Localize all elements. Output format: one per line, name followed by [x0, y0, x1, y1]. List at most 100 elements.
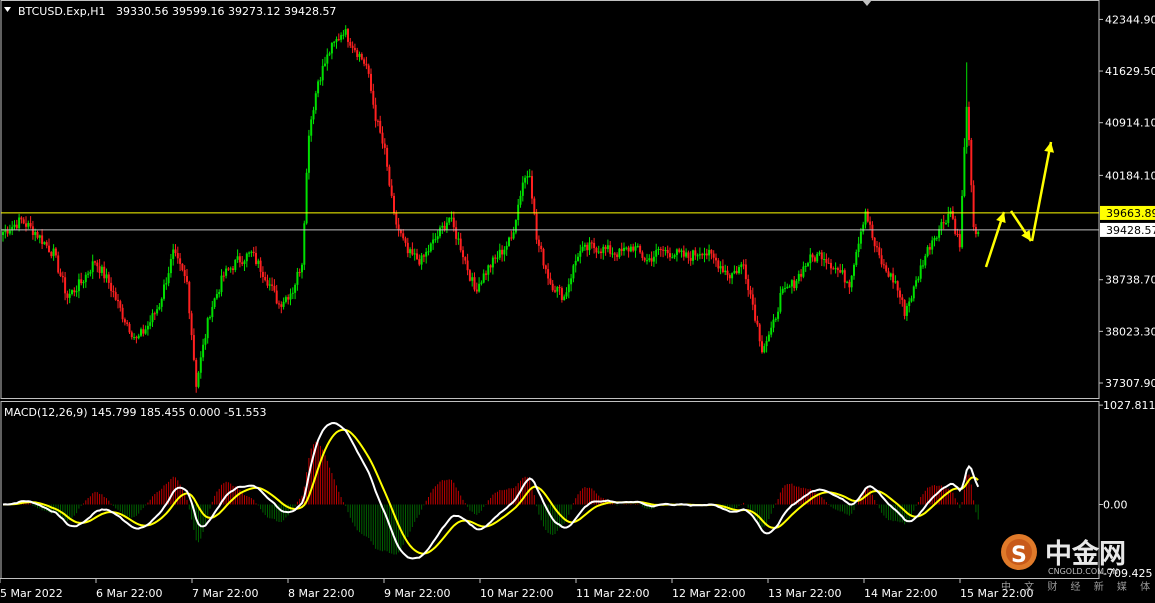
candle-body	[429, 243, 432, 252]
candle-body	[634, 246, 637, 251]
candle-body	[604, 246, 607, 250]
candle-body	[554, 290, 556, 292]
candle-body	[889, 273, 892, 277]
candle-body	[312, 110, 315, 120]
candle-body	[609, 245, 612, 254]
candle-body	[142, 329, 145, 334]
candle-body	[774, 318, 777, 320]
candle-body	[961, 195, 964, 248]
candle-body	[926, 247, 929, 256]
candle-body	[100, 266, 103, 273]
candle-body	[340, 35, 343, 40]
candle-body	[298, 271, 301, 273]
candle-body	[133, 337, 136, 339]
candle-body	[912, 286, 915, 299]
candle-body	[91, 261, 94, 273]
candle-body	[68, 293, 71, 298]
candle-body	[209, 317, 211, 319]
candle-body	[965, 106, 968, 148]
candle-body	[8, 230, 11, 234]
candle-body	[358, 53, 361, 57]
candle-body	[662, 249, 665, 251]
candle-body	[643, 257, 646, 261]
candle-body	[353, 47, 356, 51]
candle-body	[96, 262, 99, 267]
candle-body	[547, 269, 550, 279]
candle-body	[425, 251, 428, 257]
candle-body	[383, 143, 386, 148]
candle-body	[570, 278, 573, 285]
candle-body	[374, 104, 377, 121]
candle-body	[473, 277, 476, 290]
candle-body	[738, 267, 740, 274]
candle-body	[581, 246, 584, 251]
candle-body	[862, 224, 865, 232]
symbol-header: BTCUSD.Exp,H1	[18, 5, 106, 18]
candle-body	[321, 65, 324, 81]
candle-body	[411, 249, 414, 255]
candle-body	[954, 218, 957, 234]
candle-body	[583, 244, 586, 247]
candle-body	[524, 177, 527, 183]
candle-body	[793, 280, 796, 289]
candle-body	[259, 260, 262, 272]
candle-body	[310, 119, 313, 136]
candle-body	[719, 266, 722, 269]
time-tick-label: 11 Mar 22:00	[576, 587, 649, 600]
candle-body	[765, 341, 768, 347]
candle-body	[747, 279, 750, 291]
candle-body	[264, 277, 267, 281]
candle-body	[328, 53, 331, 55]
candle-body	[38, 235, 41, 238]
candle-body	[420, 255, 423, 265]
candle-body	[390, 185, 393, 196]
candle-body	[588, 242, 591, 251]
candle-body	[781, 288, 784, 294]
candle-body	[590, 242, 593, 244]
candle-body	[436, 236, 439, 240]
candle-body	[236, 256, 239, 260]
candle-body	[225, 268, 228, 276]
candle-body	[901, 297, 904, 300]
price-tick-label: 37307.90	[1105, 377, 1155, 390]
candle-body	[556, 287, 559, 292]
candle-body	[754, 304, 757, 321]
candle-body	[715, 257, 717, 261]
candle-body	[160, 298, 163, 307]
candle-body	[825, 258, 828, 263]
candle-body	[597, 251, 600, 253]
candle-body	[471, 277, 474, 281]
candle-body	[508, 237, 510, 246]
candle-body	[846, 281, 849, 283]
candle-body	[195, 359, 198, 387]
macd-tick-label: 1027.811	[1103, 399, 1155, 412]
svg-text:S: S	[1011, 543, 1027, 568]
candle-body	[319, 80, 322, 82]
candle-body	[335, 39, 338, 42]
candle-body	[692, 250, 694, 261]
candle-body	[370, 73, 372, 91]
candle-body	[349, 41, 352, 46]
candle-body	[151, 313, 154, 323]
candle-body	[848, 281, 851, 288]
candle-body	[489, 265, 492, 268]
candle-body	[337, 39, 340, 41]
candle-body	[809, 254, 812, 264]
candle-body	[873, 237, 876, 247]
candle-body	[593, 242, 596, 249]
time-tick-label: 14 Mar 22:00	[864, 587, 937, 600]
candle-body	[740, 264, 743, 268]
candle-body	[52, 248, 55, 257]
candle-body	[287, 297, 290, 300]
candle-body	[807, 263, 809, 266]
candle-body	[462, 250, 464, 258]
candle-body	[625, 247, 628, 249]
candle-body	[521, 182, 524, 196]
candle-body	[324, 63, 326, 66]
candle-body	[395, 213, 398, 225]
candle-body	[841, 270, 844, 273]
candle-body	[919, 265, 922, 279]
candle-body	[721, 266, 724, 273]
candle-body	[307, 135, 310, 173]
candle-body	[703, 253, 706, 256]
